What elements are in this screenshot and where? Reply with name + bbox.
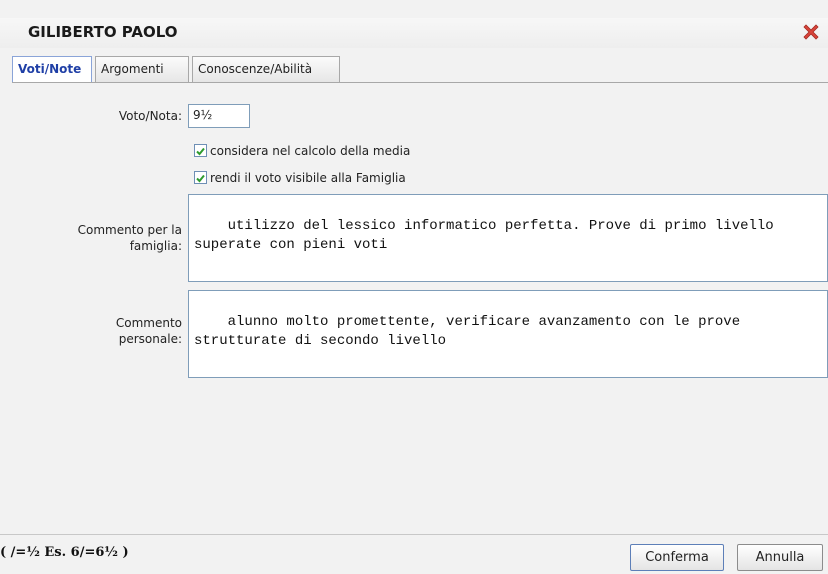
tab-conoscenze-abilita[interactable]: Conoscenze/Abilità — [192, 56, 340, 82]
resize-grip-icon[interactable] — [814, 268, 824, 278]
media-checkbox-row[interactable]: considera nel calcolo della media — [194, 143, 410, 159]
dialog: GILIBERTO PAOLO Voti/Note Argomenti Cono… — [0, 0, 828, 574]
half-grade-hint: ( /=½ Es. 6/=6½ ) — [0, 545, 129, 560]
checkmark-icon — [196, 174, 205, 183]
dialog-footer: ( /=½ Es. 6/=6½ ) Conferma Annulla — [0, 534, 828, 574]
commento-famiglia-label-line1: Commento per la — [77, 223, 182, 237]
checkmark-icon — [196, 147, 205, 156]
commento-personale-label-line2: personale: — [118, 332, 182, 346]
media-checkbox[interactable] — [194, 144, 207, 157]
famiglia-checkbox-label: rendi il voto visibile alla Famiglia — [210, 171, 406, 185]
media-checkbox-label: considera nel calcolo della media — [210, 144, 411, 158]
commento-famiglia-textarea[interactable]: utilizzo del lessico informatico perfett… — [188, 194, 828, 282]
confirm-button[interactable]: Conferma — [630, 544, 724, 571]
resize-grip-icon[interactable] — [814, 364, 824, 374]
dialog-title: GILIBERTO PAOLO — [28, 23, 178, 41]
commento-famiglia-label: Commento per la famiglia: — [30, 222, 182, 254]
tab-label: Argomenti — [101, 62, 164, 76]
tab-voti-note[interactable]: Voti/Note — [12, 56, 92, 83]
tab-label: Voti/Note — [18, 62, 82, 76]
commento-famiglia-label-line2: famiglia: — [129, 239, 182, 253]
tab-bar: Voti/Note Argomenti Conoscenze/Abilità — [12, 56, 822, 83]
commento-personale-label: Commento personale: — [30, 315, 182, 347]
voto-input[interactable]: 9½ — [188, 104, 250, 128]
close-icon[interactable] — [800, 21, 822, 43]
title-bar: GILIBERTO PAOLO — [0, 18, 828, 48]
famiglia-checkbox-row[interactable]: rendi il voto visibile alla Famiglia — [194, 170, 406, 186]
cancel-button[interactable]: Annulla — [737, 544, 823, 571]
commento-personale-textarea[interactable]: alunno molto promettente, verificare ava… — [188, 290, 828, 378]
commento-famiglia-text: utilizzo del lessico informatico perfett… — [194, 218, 783, 253]
famiglia-checkbox[interactable] — [194, 171, 207, 184]
commento-personale-text: alunno molto promettente, verificare ava… — [194, 314, 749, 349]
tab-argomenti[interactable]: Argomenti — [95, 56, 189, 82]
commento-personale-label-line1: Commento — [115, 316, 182, 330]
tab-label: Conoscenze/Abilità — [198, 62, 313, 76]
voto-label: Voto/Nota: — [118, 109, 182, 123]
